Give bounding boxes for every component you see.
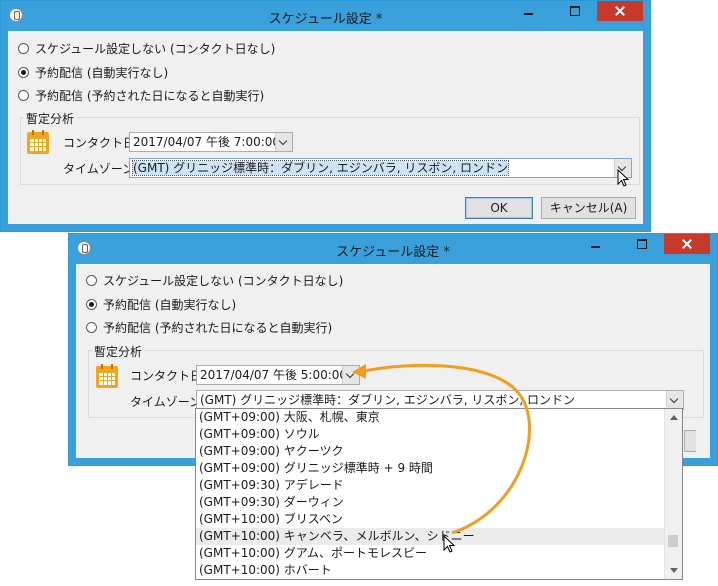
curved-arrow	[352, 363, 531, 535]
mouse-cursor-icon	[443, 535, 456, 553]
curved-arrow-head	[352, 364, 366, 379]
curved-arrow-path	[363, 363, 531, 535]
